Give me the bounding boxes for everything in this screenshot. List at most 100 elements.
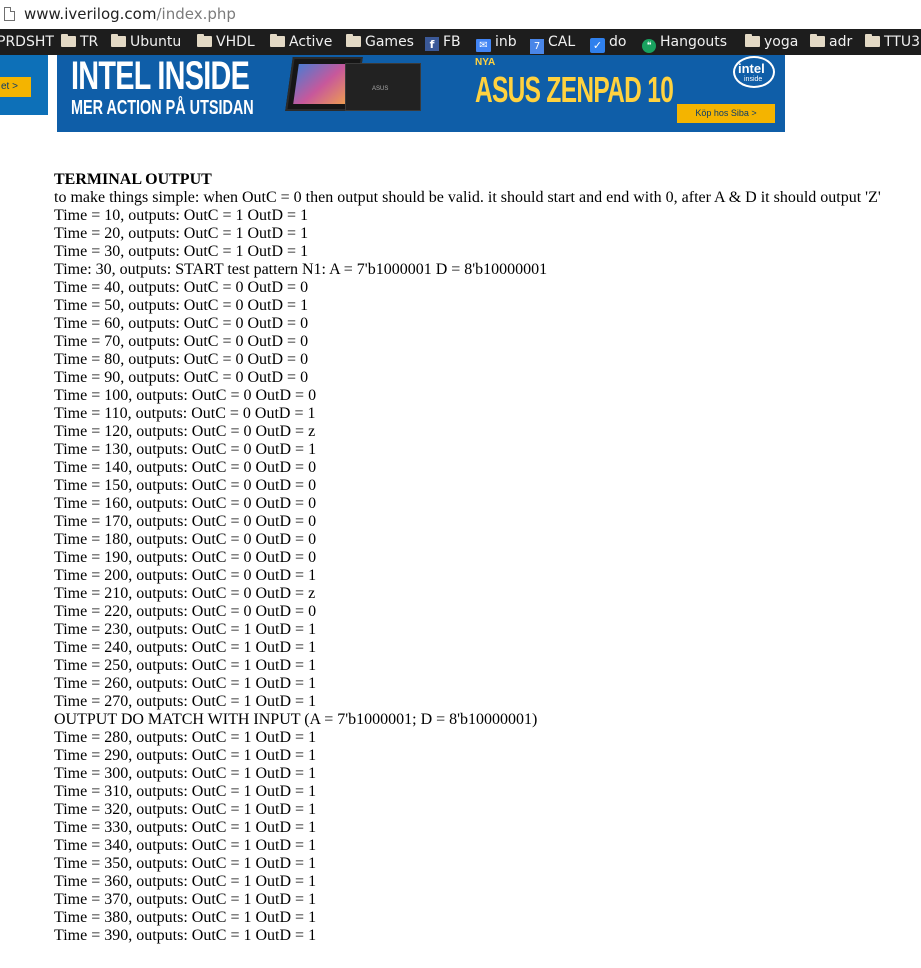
bookmark-ttu3[interactable]: TTU3 [865, 33, 920, 51]
terminal-line: Time = 370, outputs: OutC = 1 OutD = 1 [54, 891, 317, 908]
bookmark-active[interactable]: Active [270, 33, 332, 51]
bookmark-label: Games [365, 34, 414, 50]
intel-logo-sub: inside [744, 76, 763, 83]
facebook-icon: f [425, 37, 439, 51]
terminal-line: Time = 200, outputs: OutC = 0 OutD = 1 [54, 567, 317, 584]
terminal-line: Time = 220, outputs: OutC = 0 OutD = 0 [54, 603, 317, 620]
bookmark-label: Ubuntu [130, 34, 182, 50]
bookmark-label: VHDL [216, 34, 255, 50]
terminal-line: Time = 210, outputs: OutC = 0 OutD = z [54, 585, 316, 602]
terminal-line: Time = 280, outputs: OutC = 1 OutD = 1 [54, 729, 317, 746]
terminal-line: to make things simple: when OutC = 0 the… [54, 189, 881, 206]
terminal-line: Time = 110, outputs: OutC = 0 OutD = 1 [54, 405, 316, 422]
terminal-line: Time = 160, outputs: OutC = 0 OutD = 0 [54, 495, 317, 512]
bookmark-cal[interactable]: 7 CAL [530, 33, 576, 54]
terminal-line: Time = 230, outputs: OutC = 1 OutD = 1 [54, 621, 317, 638]
url-text[interactable]: www.iverilog.com/index.php [24, 5, 236, 23]
bookmark-label: adr [829, 34, 853, 50]
bookmark-yoga[interactable]: yoga [745, 33, 798, 51]
terminal-line: Time = 50, outputs: OutC = 0 OutD = 1 [54, 297, 309, 314]
terminal-line: Time: 30, outputs: START test pattern N1… [54, 261, 548, 278]
side-advertisement[interactable]: et > [0, 55, 48, 115]
bookmark-vhdl[interactable]: VHDL [197, 33, 255, 51]
bookmark-hangouts[interactable]: ❝ Hangouts [642, 33, 728, 53]
bookmark-label: PRDSHT [0, 34, 54, 50]
terminal-output: TERMINAL OUTPUT to make things simple: w… [54, 171, 881, 945]
terminal-line: Time = 250, outputs: OutC = 1 OutD = 1 [54, 657, 317, 674]
bookmark-prdsht[interactable]: PRDSHT [0, 33, 54, 51]
terminal-line: Time = 330, outputs: OutC = 1 OutD = 1 [54, 819, 317, 836]
bookmark-fb[interactable]: f FB [425, 33, 461, 51]
terminal-line: Time = 170, outputs: OutC = 0 OutD = 0 [54, 513, 317, 530]
terminal-line: Time = 380, outputs: OutC = 1 OutD = 1 [54, 909, 317, 926]
address-bar[interactable]: www.iverilog.com/index.php [0, 0, 921, 30]
tablet-back-image: ASUS [345, 63, 421, 111]
bookmark-label: CAL [548, 34, 576, 50]
terminal-line: Time = 140, outputs: OutC = 0 OutD = 0 [54, 459, 317, 476]
bookmark-adr[interactable]: adr [810, 33, 852, 51]
terminal-line: Time = 70, outputs: OutC = 0 OutD = 0 [54, 333, 309, 350]
terminal-line: Time = 100, outputs: OutC = 0 OutD = 0 [54, 387, 317, 404]
terminal-lines: to make things simple: when OutC = 0 the… [54, 189, 881, 945]
terminal-line: Time = 10, outputs: OutC = 1 OutD = 1 [54, 207, 309, 224]
terminal-line: Time = 150, outputs: OutC = 0 OutD = 0 [54, 477, 317, 494]
terminal-line: Time = 310, outputs: OutC = 1 OutD = 1 [54, 783, 317, 800]
folder-icon [865, 34, 880, 47]
terminal-line: OUTPUT DO MATCH WITH INPUT (A = 7'b10000… [54, 711, 538, 728]
url-path: /index.php [156, 5, 236, 23]
terminal-line: Time = 120, outputs: OutC = 0 OutD = z [54, 423, 316, 440]
banner-product-name: ASUS ZENPAD 10 [475, 69, 674, 110]
bookmark-ubuntu[interactable]: Ubuntu [111, 33, 181, 51]
bookmark-inb[interactable]: ✉ inb [476, 33, 517, 52]
page-icon [4, 7, 15, 21]
terminal-line: Time = 240, outputs: OutC = 1 OutD = 1 [54, 639, 317, 656]
folder-icon [810, 34, 825, 47]
folder-icon [745, 34, 760, 47]
terminal-line: Time = 320, outputs: OutC = 1 OutD = 1 [54, 801, 317, 818]
side-ad-button[interactable]: et > [0, 77, 31, 97]
folder-icon [197, 34, 212, 47]
banner-kicker: NYA [475, 57, 496, 68]
inbox-icon: ✉ [476, 39, 491, 52]
bookmarks-bar: PRDSHT TR Ubuntu VHDL Active Games f FB ✉… [0, 29, 921, 55]
terminal-line: Time = 360, outputs: OutC = 1 OutD = 1 [54, 873, 317, 890]
folder-icon [61, 34, 76, 47]
terminal-line: Time = 20, outputs: OutC = 1 OutD = 1 [54, 225, 309, 242]
bookmark-do[interactable]: ✓ do [590, 33, 627, 53]
url-domain: www.iverilog.com [24, 5, 157, 23]
terminal-line: Time = 270, outputs: OutC = 1 OutD = 1 [54, 693, 317, 710]
hangouts-icon: ❝ [642, 39, 656, 53]
banner-advertisement[interactable]: INTEL INSIDE MER ACTION PÅ UTSIDAN ASUS … [57, 55, 785, 132]
bookmark-tr[interactable]: TR [61, 33, 98, 51]
folder-icon [111, 34, 126, 47]
calendar-icon: 7 [530, 39, 544, 54]
banner-headline: INTEL INSIDE [71, 55, 250, 98]
terminal-line: Time = 260, outputs: OutC = 1 OutD = 1 [54, 675, 317, 692]
tablet-logo: ASUS [372, 86, 389, 92]
terminal-line: Time = 290, outputs: OutC = 1 OutD = 1 [54, 747, 317, 764]
bookmark-label: yoga [764, 34, 799, 50]
bookmark-label: TR [80, 34, 99, 50]
bookmark-label: do [609, 34, 627, 50]
terminal-line: Time = 180, outputs: OutC = 0 OutD = 0 [54, 531, 317, 548]
terminal-line: Time = 300, outputs: OutC = 1 OutD = 1 [54, 765, 317, 782]
bookmark-label: Hangouts [660, 34, 728, 50]
terminal-line: Time = 80, outputs: OutC = 0 OutD = 0 [54, 351, 309, 368]
intel-logo-word: intel [738, 61, 765, 76]
terminal-line: Time = 390, outputs: OutC = 1 OutD = 1 [54, 927, 317, 944]
banner-buy-button[interactable]: Köp hos Siba > [677, 104, 775, 123]
folder-icon [346, 34, 361, 47]
bookmark-label: TTU3 [884, 34, 921, 50]
terminal-line: Time = 30, outputs: OutC = 1 OutD = 1 [54, 243, 309, 260]
bookmark-games[interactable]: Games [346, 33, 414, 51]
terminal-line: Time = 340, outputs: OutC = 1 OutD = 1 [54, 837, 317, 854]
folder-icon [270, 34, 285, 47]
checkmark-icon: ✓ [590, 38, 605, 53]
terminal-line: Time = 90, outputs: OutC = 0 OutD = 0 [54, 369, 309, 386]
intel-logo: intel inside [733, 56, 775, 88]
terminal-line: Time = 130, outputs: OutC = 0 OutD = 1 [54, 441, 317, 458]
terminal-line: Time = 60, outputs: OutC = 0 OutD = 0 [54, 315, 309, 332]
bookmark-label: inb [495, 34, 517, 50]
terminal-line: Time = 40, outputs: OutC = 0 OutD = 0 [54, 279, 309, 296]
bookmark-label: Active [289, 34, 333, 50]
